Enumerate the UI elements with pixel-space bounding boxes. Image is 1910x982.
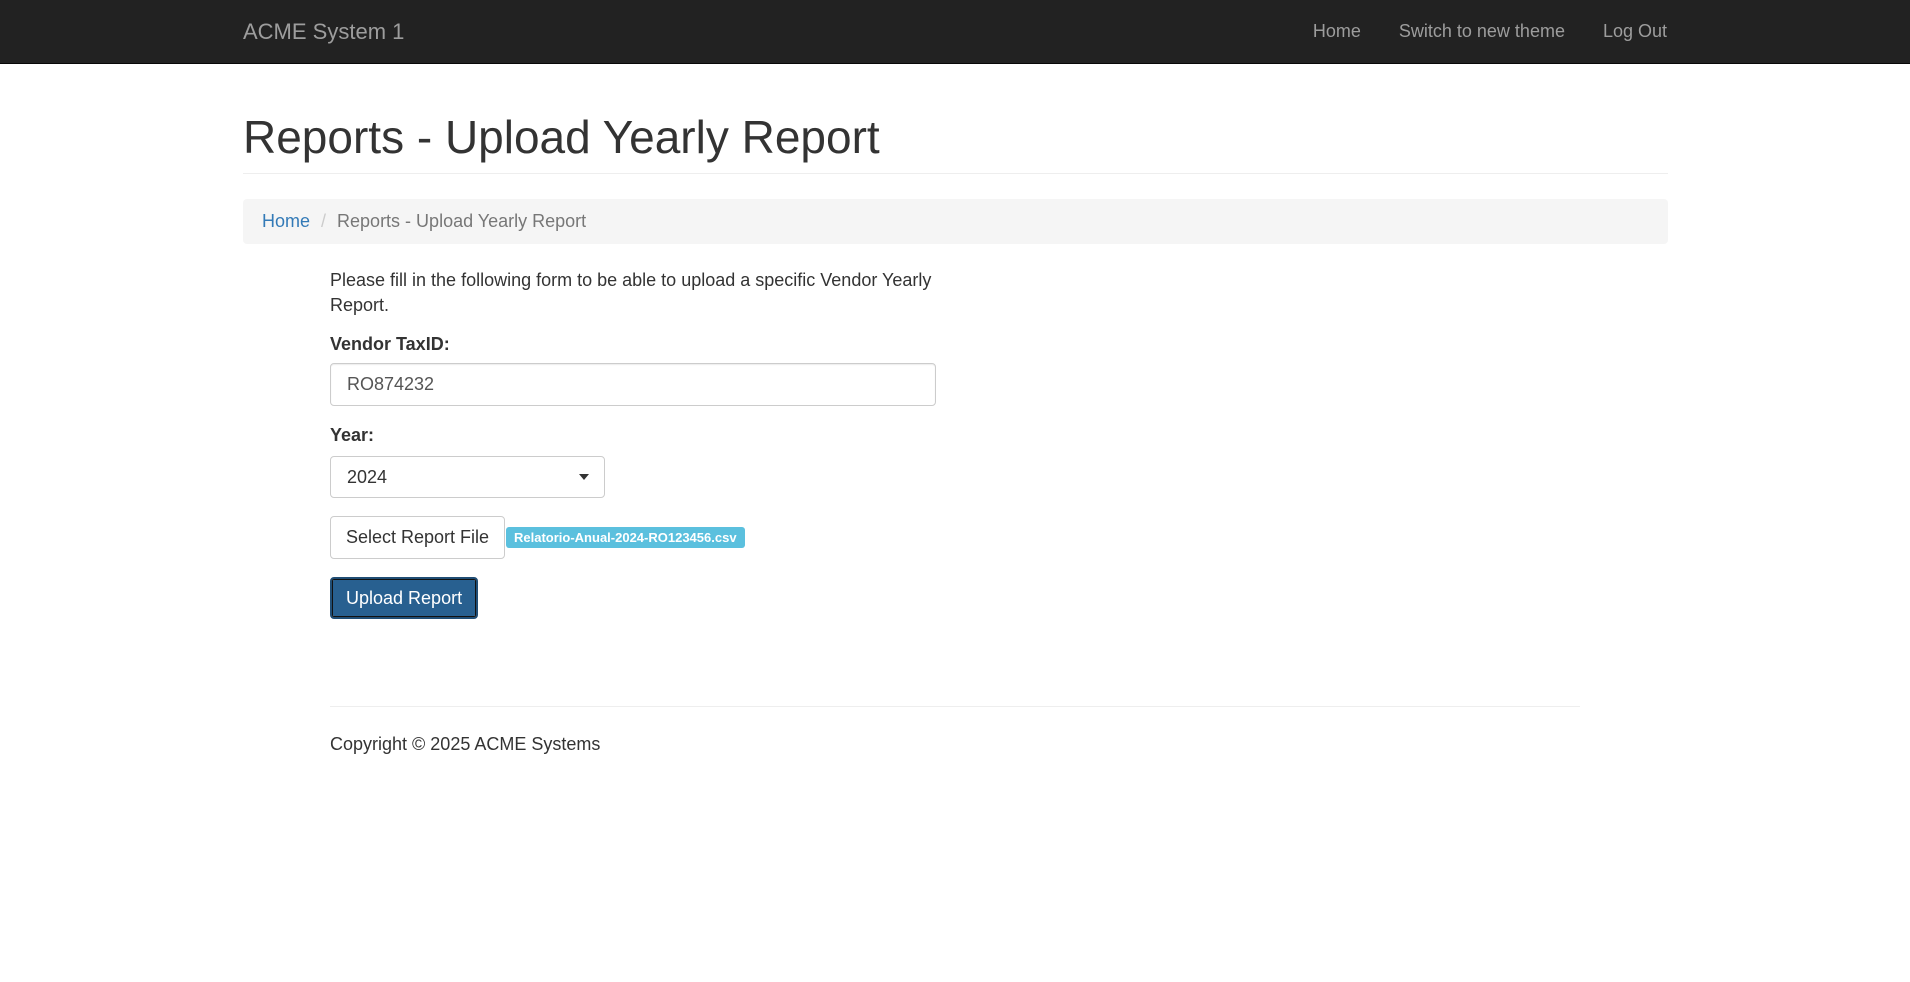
page-title: Reports - Upload Yearly Report xyxy=(243,111,880,163)
year-label: Year: xyxy=(330,425,375,445)
nav-home-link[interactable]: Home xyxy=(1313,21,1361,42)
footer-divider xyxy=(330,706,1580,707)
upload-report-button[interactable]: Upload Report xyxy=(330,577,479,619)
vendor-taxid-label: Vendor TaxID: xyxy=(330,334,450,354)
top-navbar: ACME System 1 Home Switch to new theme L… xyxy=(0,0,1910,64)
footer-copyright: Copyright © 2025 ACME Systems xyxy=(330,734,601,754)
brand-link[interactable]: ACME System 1 xyxy=(243,0,404,63)
breadcrumb-separator: / xyxy=(321,211,327,231)
breadcrumb-current: Reports - Upload Yearly Report xyxy=(337,211,587,231)
year-select[interactable]: 2024 xyxy=(330,456,605,498)
upload-report-form: Please fill in the following form to be … xyxy=(330,268,940,619)
select-report-file-button[interactable]: Select Report File xyxy=(330,516,506,559)
nav-switch-theme-link[interactable]: Switch to new theme xyxy=(1399,21,1565,42)
page-header: Reports - Upload Yearly Report xyxy=(243,108,1668,174)
year-select-value: 2024 xyxy=(347,466,388,487)
nav-logout-link[interactable]: Log Out xyxy=(1603,21,1667,42)
selected-file-badge: Relatorio-Anual-2024-RO123456.csv xyxy=(506,527,745,548)
breadcrumb-home-link[interactable]: Home xyxy=(262,211,310,232)
vendor-taxid-input[interactable] xyxy=(330,363,936,406)
form-intro-text: Please fill in the following form to be … xyxy=(330,270,932,315)
nav-links: Home Switch to new theme Log Out xyxy=(1275,0,1667,63)
breadcrumb: Home / Reports - Upload Yearly Report xyxy=(243,199,1668,244)
caret-down-icon xyxy=(579,474,589,480)
